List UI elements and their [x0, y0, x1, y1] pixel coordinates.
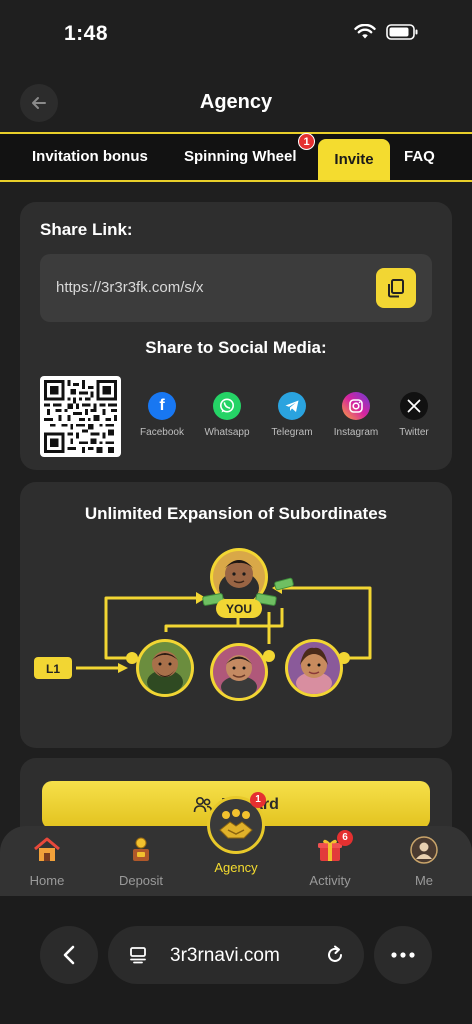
- telegram-icon: [278, 392, 306, 420]
- copy-icon: [388, 279, 404, 298]
- referral-diagram: YOU L1: [34, 548, 372, 701]
- x-icon: [400, 392, 428, 420]
- social-label: Twitter: [399, 427, 429, 438]
- status-time: 1:48: [64, 22, 109, 45]
- activity-badge: 6: [337, 830, 353, 846]
- status-bar: 1:48: [0, 0, 472, 70]
- page-title: Agency: [199, 91, 273, 113]
- nav-activity-label: Activity: [309, 873, 351, 888]
- qr-code[interactable]: [40, 376, 121, 457]
- home-icon: [34, 837, 60, 861]
- share-link-text: https://3r3r3fk.com/s/x: [56, 279, 204, 296]
- nav-agency[interactable]: Agency: [201, 856, 271, 875]
- nav-activity[interactable]: 6 Activity: [295, 830, 365, 888]
- browser-more-button[interactable]: [374, 926, 432, 984]
- social-label: Telegram: [271, 427, 313, 438]
- handshake-icon: [219, 809, 253, 839]
- battery-icon: [386, 24, 418, 40]
- agency-badge: 1: [250, 792, 266, 808]
- social-label: Facebook: [140, 427, 184, 438]
- share-facebook[interactable]: f Facebook: [131, 392, 193, 438]
- whatsapp-icon: [213, 392, 241, 420]
- you-label: YOU: [226, 602, 252, 616]
- address-bar[interactable]: 3r3rnavi.com: [108, 926, 364, 984]
- expansion-card: Unlimited Expansion of Subordinates YOU …: [20, 482, 452, 748]
- browser-back-button[interactable]: [40, 926, 98, 984]
- reload-icon[interactable]: [324, 944, 346, 966]
- nav-deposit-label: Deposit: [118, 873, 164, 888]
- tab-badge: 1: [298, 133, 315, 150]
- social-title: Share to Social Media:: [145, 338, 327, 357]
- status-icons: [354, 24, 418, 40]
- tabs-icon: [130, 947, 146, 964]
- nav-home-label: Home: [29, 873, 65, 888]
- header: Agency: [0, 74, 472, 132]
- deposit-icon: [133, 837, 149, 861]
- share-telegram[interactable]: Telegram: [261, 392, 323, 438]
- qr-code-icon: [44, 380, 117, 453]
- chevron-left-icon: [63, 945, 75, 965]
- share-instagram[interactable]: Instagram: [325, 392, 387, 438]
- level-label: L1: [46, 662, 60, 676]
- share-link-label: Share Link:: [40, 220, 133, 239]
- nav-me[interactable]: Me: [389, 836, 459, 888]
- more-icon: [391, 952, 415, 958]
- copy-button[interactable]: [376, 268, 416, 308]
- nav-me-label: Me: [414, 873, 434, 888]
- nav-agency-label: Agency: [214, 860, 258, 875]
- profile-icon: [410, 836, 438, 864]
- tab-bar: Invitation bonus Spinning Wheel 1 Invite…: [0, 132, 472, 182]
- tab-faq[interactable]: FAQ: [404, 134, 435, 180]
- social-label: Whatsapp: [204, 427, 250, 438]
- tab-invitation-bonus[interactable]: Invitation bonus: [32, 134, 148, 180]
- share-twitter[interactable]: Twitter: [383, 392, 445, 438]
- share-card: Share Link: https://3r3r3fk.com/s/x Shar…: [20, 202, 452, 470]
- share-link-field: https://3r3r3fk.com/s/x: [40, 254, 432, 322]
- share-whatsapp[interactable]: Whatsapp: [196, 392, 258, 438]
- wifi-icon: [354, 24, 376, 39]
- nav-deposit[interactable]: Deposit: [106, 836, 176, 888]
- url-text: 3r3rnavi.com: [170, 945, 280, 966]
- browser-toolbar: 3r3rnavi.com: [0, 896, 472, 1024]
- social-label: Instagram: [333, 427, 379, 438]
- tab-spinning-wheel[interactable]: Spinning Wheel: [184, 134, 297, 180]
- instagram-icon: [342, 392, 370, 420]
- tab-invite[interactable]: Invite: [318, 139, 390, 180]
- nav-home[interactable]: Home: [12, 836, 82, 888]
- facebook-icon: f: [148, 392, 176, 420]
